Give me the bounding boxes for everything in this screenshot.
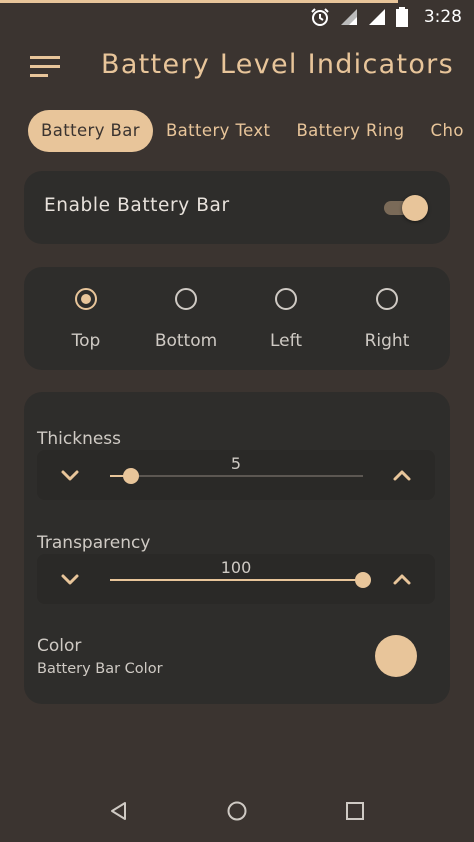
- enable-toggle[interactable]: [384, 195, 428, 221]
- tab-bar: Battery Bar Battery Text Battery Ring Ch…: [28, 110, 474, 152]
- enable-label: Enable Battery Bar: [44, 195, 230, 216]
- thickness-value: 5: [230, 454, 242, 473]
- transparency-increase-chevron-up-icon[interactable]: [389, 566, 415, 592]
- app-bar: Battery Level Indicators: [0, 34, 474, 98]
- transparency-slider-row: 100: [37, 554, 435, 604]
- thickness-increase-chevron-up-icon[interactable]: [389, 462, 415, 488]
- thickness-slider-row: 5: [37, 450, 435, 500]
- wifi-icon: [340, 8, 358, 26]
- radio-label: Top: [71, 331, 101, 351]
- recents-icon[interactable]: [344, 800, 366, 822]
- home-icon[interactable]: [226, 800, 248, 822]
- tab-cho[interactable]: Cho: [418, 110, 474, 152]
- cell-signal-icon: [368, 8, 386, 26]
- thickness-slider-track[interactable]: [110, 468, 363, 484]
- radio-bottom[interactable]: Bottom: [136, 285, 236, 360]
- transparency-label: Transparency: [37, 533, 151, 553]
- tab-battery-ring[interactable]: Battery Ring: [283, 110, 417, 152]
- thickness-slider-thumb[interactable]: [122, 468, 139, 484]
- radio-label: Bottom: [154, 331, 218, 351]
- status-bar: 3:28: [0, 0, 474, 34]
- position-card: Top Bottom Left Right: [24, 267, 450, 370]
- color-subtitle: Battery Bar Color: [37, 661, 163, 677]
- toggle-thumb: [402, 195, 428, 221]
- radio-right[interactable]: Right: [337, 285, 437, 360]
- radio-left[interactable]: Left: [236, 285, 336, 360]
- navigation-bar: [0, 780, 474, 842]
- tab-battery-text[interactable]: Battery Text: [153, 110, 284, 152]
- radio-top[interactable]: Top: [36, 285, 136, 360]
- radio-label: Right: [364, 331, 410, 351]
- transparency-slider-fill: [110, 579, 363, 581]
- status-time: 3:28: [423, 7, 462, 27]
- battery-icon: [395, 7, 408, 27]
- transparency-slider-thumb[interactable]: [355, 572, 371, 588]
- radio-label: Left: [270, 331, 302, 351]
- back-icon[interactable]: [108, 800, 130, 822]
- radio-circle: [75, 288, 97, 310]
- color-label: Color: [37, 636, 82, 656]
- settings-card: Thickness 5 Transparency 100 Color Batte…: [24, 392, 450, 704]
- enable-card: Enable Battery Bar: [24, 171, 450, 244]
- tab-battery-bar[interactable]: Battery Bar: [28, 110, 153, 152]
- transparency-slider-track[interactable]: [110, 572, 371, 588]
- hamburger-menu-icon[interactable]: [30, 56, 62, 78]
- page-title: Battery Level Indicators: [101, 49, 454, 80]
- radio-circle: [175, 288, 197, 310]
- color-swatch[interactable]: [375, 635, 417, 677]
- radio-circle: [376, 288, 398, 310]
- transparency-value: 100: [220, 558, 252, 577]
- radio-circle: [275, 288, 297, 310]
- thickness-label: Thickness: [37, 429, 122, 449]
- alarm-icon: [310, 7, 330, 27]
